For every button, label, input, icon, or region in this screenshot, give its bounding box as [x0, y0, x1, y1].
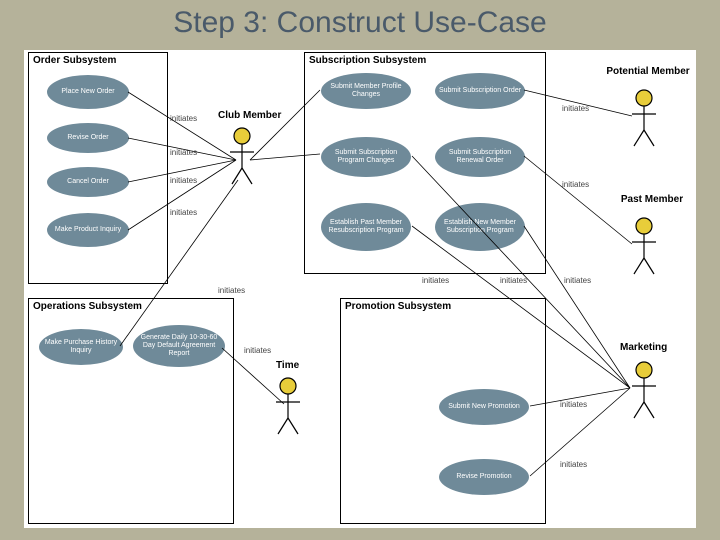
diagram-canvas: Order Subsystem Place New Order Revise O…: [24, 50, 696, 528]
actor-potential-member-label: Potential Member: [600, 66, 696, 77]
usecase-generate-daily-report: Generate Daily 10-30-60 Day Default Agre…: [133, 325, 225, 367]
usecase-cancel-order: Cancel Order: [47, 167, 129, 197]
usecase-establish-past-resubscription: Establish Past Member Resubscription Pro…: [321, 203, 411, 251]
relation-label: initiates: [560, 460, 587, 469]
actor-time-label: Time: [276, 360, 299, 371]
subsystem-subscription-title: Subscription Subsystem: [309, 55, 426, 66]
relation-label: initiates: [244, 346, 271, 355]
usecase-submit-renewal-order: Submit Subscription Renewal Order: [435, 137, 525, 177]
usecase-revise-promotion: Revise Promotion: [439, 459, 529, 495]
relation-label: initiates: [562, 180, 589, 189]
subsystem-order-title: Order Subsystem: [33, 55, 116, 66]
subsystem-subscription: Subscription Subsystem Submit Member Pro…: [304, 52, 546, 274]
relation-label: initiates: [170, 176, 197, 185]
actor-marketing-figure: [632, 362, 656, 418]
usecase-make-purchase-history: Make Purchase History Inquiry: [39, 329, 123, 365]
relation-label: initiates: [170, 114, 197, 123]
subsystem-promotion-title: Promotion Subsystem: [345, 301, 451, 312]
relation-label: initiates: [422, 276, 449, 285]
actor-potential-member-figure: [632, 90, 656, 146]
page-title: Step 3: Construct Use-Case: [0, 6, 720, 40]
relation-label: initiates: [500, 276, 527, 285]
usecase-submit-profile-changes: Submit Member Profile Changes: [321, 73, 411, 109]
usecase-place-new-order: Place New Order: [47, 75, 129, 109]
actor-marketing-label: Marketing: [620, 342, 667, 353]
actor-past-member-figure: [632, 218, 656, 274]
relation-label: initiates: [562, 104, 589, 113]
usecase-submit-program-changes: Submit Subscription Program Changes: [321, 137, 411, 177]
subsystem-order: Order Subsystem Place New Order Revise O…: [28, 52, 168, 284]
usecase-submit-subscription-order: Submit Subscription Order: [435, 73, 525, 109]
relation-label: initiates: [218, 286, 245, 295]
actor-past-member-label: Past Member: [608, 194, 696, 205]
usecase-submit-new-promotion: Submit New Promotion: [439, 389, 529, 425]
usecase-make-product-inquiry: Make Product Inquiry: [47, 213, 129, 247]
actor-time-figure: [276, 378, 300, 434]
subsystem-promotion: Promotion Subsystem Submit New Promotion…: [340, 298, 546, 524]
relation-label: initiates: [170, 208, 197, 217]
relation-label: initiates: [564, 276, 591, 285]
usecase-revise-order: Revise Order: [47, 123, 129, 153]
usecase-establish-new-member-program: Establish New Member Subscription Progra…: [435, 203, 525, 251]
actor-club-member-label: Club Member: [218, 110, 281, 121]
actor-club-member-figure: [230, 128, 254, 184]
subsystem-operations: Operations Subsystem Make Purchase Histo…: [28, 298, 234, 524]
relation-label: initiates: [170, 148, 197, 157]
subsystem-operations-title: Operations Subsystem: [33, 301, 142, 312]
relation-label: initiates: [560, 400, 587, 409]
